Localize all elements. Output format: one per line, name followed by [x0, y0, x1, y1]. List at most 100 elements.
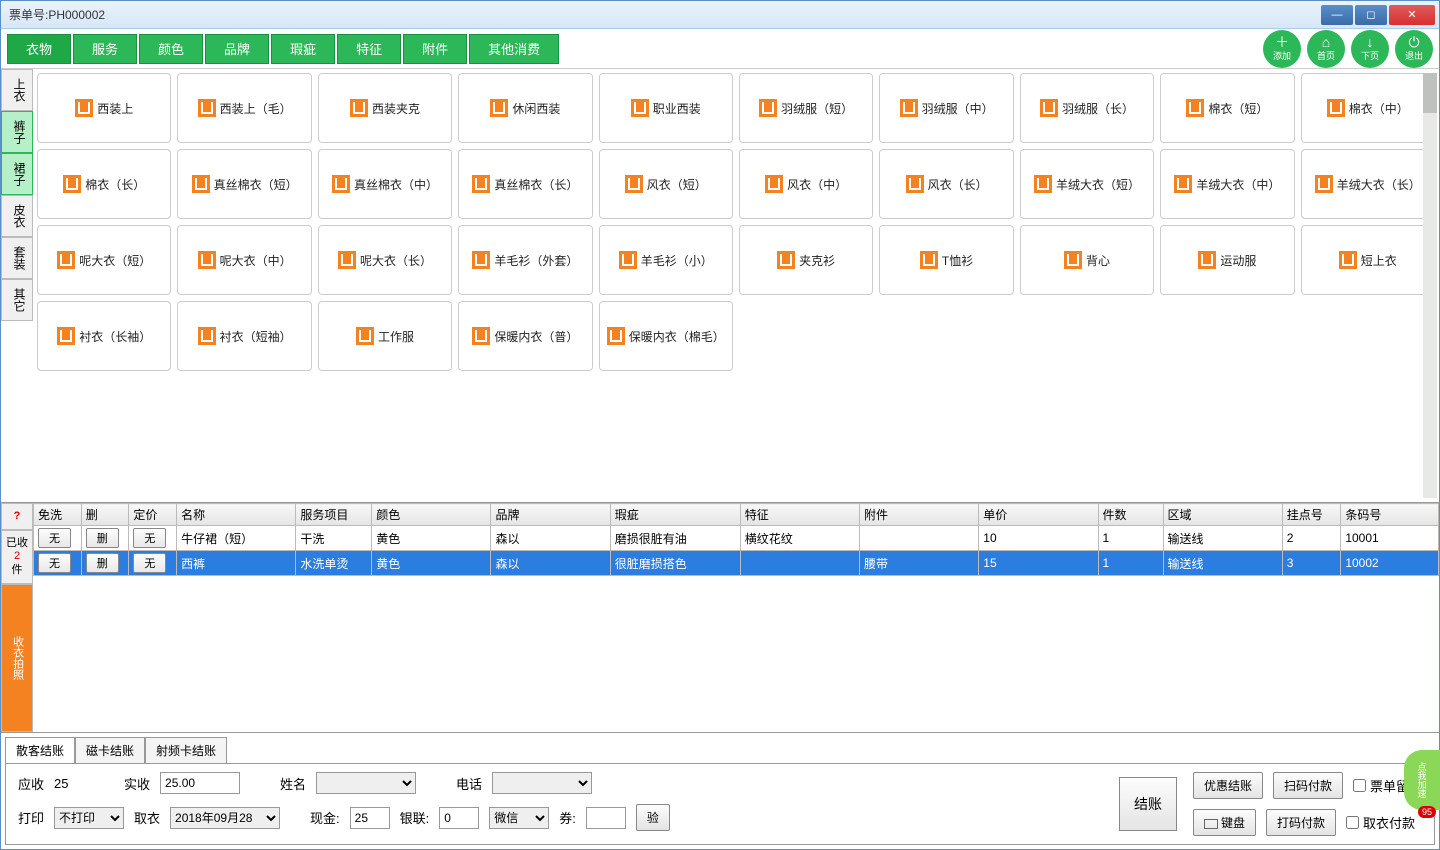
- col-header[interactable]: 删: [81, 504, 129, 526]
- item-cell[interactable]: 衬衣（长袖）: [37, 301, 171, 371]
- col-header[interactable]: 名称: [177, 504, 296, 526]
- tab-feature[interactable]: 特征: [337, 34, 401, 64]
- item-cell[interactable]: 夹克衫: [739, 225, 873, 295]
- col-header[interactable]: 挂点号: [1282, 504, 1341, 526]
- col-header[interactable]: 单价: [979, 504, 1098, 526]
- tab-brand[interactable]: 品牌: [205, 34, 269, 64]
- item-cell[interactable]: 真丝棉衣（中）: [318, 149, 452, 219]
- scanpay-button[interactable]: 扫码付款: [1273, 772, 1343, 799]
- item-cell[interactable]: 羊绒大衣（长）: [1301, 149, 1435, 219]
- col-header[interactable]: 定价: [129, 504, 177, 526]
- exit-button[interactable]: ⏻退出: [1395, 30, 1433, 68]
- col-header[interactable]: 品牌: [491, 504, 610, 526]
- item-cell[interactable]: 风衣（短）: [599, 149, 733, 219]
- col-header[interactable]: 免洗: [34, 504, 82, 526]
- col-header[interactable]: 件数: [1098, 504, 1163, 526]
- bank-input[interactable]: [439, 807, 479, 829]
- item-cell[interactable]: 西装上（毛）: [177, 73, 311, 143]
- tab-flaw[interactable]: 瑕疵: [271, 34, 335, 64]
- item-cell[interactable]: 棉衣（长）: [37, 149, 171, 219]
- item-cell[interactable]: 风衣（中）: [739, 149, 873, 219]
- col-header[interactable]: 附件: [860, 504, 979, 526]
- checkout-tab-card[interactable]: 磁卡结账: [75, 737, 145, 763]
- item-cell[interactable]: 保暖内衣（棉毛）: [599, 301, 733, 371]
- item-cell[interactable]: 羽绒服（中）: [879, 73, 1013, 143]
- add-button[interactable]: ＋添加: [1263, 30, 1301, 68]
- wechat-select[interactable]: 微信: [489, 807, 549, 829]
- item-cell[interactable]: 工作服: [318, 301, 452, 371]
- item-cell[interactable]: 呢大衣（长）: [318, 225, 452, 295]
- checkout-tab-guest[interactable]: 散客结账: [5, 737, 75, 763]
- cat-other[interactable]: 其它: [1, 279, 33, 321]
- col-header[interactable]: 颜色: [372, 504, 491, 526]
- item-cell[interactable]: 棉衣（短）: [1160, 73, 1294, 143]
- item-cell[interactable]: 风衣（长）: [879, 149, 1013, 219]
- received-tab[interactable]: 已收 2 件: [1, 530, 33, 584]
- item-cell[interactable]: 羽绒服（短）: [739, 73, 873, 143]
- item-cell[interactable]: 呢大衣（短）: [37, 225, 171, 295]
- item-scrollbar[interactable]: [1423, 73, 1437, 498]
- item-cell[interactable]: 西装上: [37, 73, 171, 143]
- item-cell[interactable]: 真丝棉衣（长）: [458, 149, 592, 219]
- home-button[interactable]: ⌂首页: [1307, 30, 1345, 68]
- cat-leather[interactable]: 皮衣: [1, 195, 33, 237]
- item-cell[interactable]: 运动服: [1160, 225, 1294, 295]
- table-row[interactable]: 无删无牛仔裙（短）干洗黄色森以磨损很脏有油横纹花纹101输送线210001: [34, 526, 1439, 551]
- name-select[interactable]: [316, 772, 416, 794]
- keyboard-button[interactable]: 键盘: [1193, 809, 1256, 836]
- verify-button[interactable]: 验: [636, 804, 670, 831]
- next-page-button[interactable]: ↓下页: [1351, 30, 1389, 68]
- item-cell[interactable]: 羊绒大衣（中）: [1160, 149, 1294, 219]
- minimize-button[interactable]: —: [1321, 5, 1353, 25]
- settle-button[interactable]: 结账: [1119, 777, 1177, 831]
- delete-button[interactable]: 删: [86, 528, 119, 548]
- codepay-button[interactable]: 打码付款: [1266, 809, 1336, 836]
- maximize-button[interactable]: ◻: [1355, 5, 1387, 25]
- cat-tops[interactable]: 上衣: [1, 69, 33, 111]
- item-cell[interactable]: 棉衣（中）: [1301, 73, 1435, 143]
- item-cell[interactable]: 西装夹克: [318, 73, 452, 143]
- pickup-pay-checkbox[interactable]: 取衣付款: [1346, 813, 1415, 832]
- tab-accessory[interactable]: 附件: [403, 34, 467, 64]
- item-cell[interactable]: 衬衣（短袖）: [177, 301, 311, 371]
- phone-select[interactable]: [492, 772, 592, 794]
- item-cell[interactable]: 背心: [1020, 225, 1154, 295]
- item-cell[interactable]: 短上衣: [1301, 225, 1435, 295]
- discount-button[interactable]: 优惠结账: [1193, 772, 1263, 799]
- table-row[interactable]: 无删无西裤水洗单烫黄色森以很脏磨损搭色腰带151输送线310002: [34, 551, 1439, 576]
- col-header[interactable]: 条码号: [1341, 504, 1439, 526]
- close-button[interactable]: ✕: [1389, 5, 1435, 25]
- free-wash-button[interactable]: 无: [38, 528, 71, 548]
- item-cell[interactable]: T恤衫: [879, 225, 1013, 295]
- item-cell[interactable]: 羊毛衫（小）: [599, 225, 733, 295]
- checkout-tab-rfid[interactable]: 射频卡结账: [145, 737, 227, 763]
- item-cell[interactable]: 羽绒服（长）: [1020, 73, 1154, 143]
- cat-pants[interactable]: 裤子: [1, 111, 33, 153]
- price-button[interactable]: 无: [133, 528, 166, 548]
- photo-tab[interactable]: 收衣拍照: [1, 584, 33, 732]
- delete-button[interactable]: 删: [86, 553, 119, 573]
- accelerator-widget[interactable]: 点我加速: [1404, 750, 1440, 810]
- cash-input[interactable]: [350, 807, 390, 829]
- received-input[interactable]: [160, 772, 240, 794]
- item-cell[interactable]: 职业西装: [599, 73, 733, 143]
- col-header[interactable]: 瑕疵: [610, 504, 740, 526]
- col-header[interactable]: 服务项目: [296, 504, 372, 526]
- tab-service[interactable]: 服务: [73, 34, 137, 64]
- price-button[interactable]: 无: [133, 553, 166, 573]
- item-cell[interactable]: 保暖内衣（普）: [458, 301, 592, 371]
- item-cell[interactable]: 羊毛衫（外套）: [458, 225, 592, 295]
- pickup-date[interactable]: 2018年09月28: [170, 807, 280, 829]
- item-cell[interactable]: 休闲西装: [458, 73, 592, 143]
- help-tab[interactable]: ?: [1, 503, 33, 530]
- tab-other[interactable]: 其他消费: [469, 34, 559, 64]
- free-wash-button[interactable]: 无: [38, 553, 71, 573]
- item-cell[interactable]: 呢大衣（中）: [177, 225, 311, 295]
- item-cell[interactable]: 真丝棉衣（短）: [177, 149, 311, 219]
- item-cell[interactable]: 羊绒大衣（短）: [1020, 149, 1154, 219]
- col-header[interactable]: 特征: [740, 504, 859, 526]
- cat-suit[interactable]: 套装: [1, 237, 33, 279]
- tab-color[interactable]: 颜色: [139, 34, 203, 64]
- tab-clothing[interactable]: 衣物: [7, 34, 71, 64]
- col-header[interactable]: 区域: [1163, 504, 1282, 526]
